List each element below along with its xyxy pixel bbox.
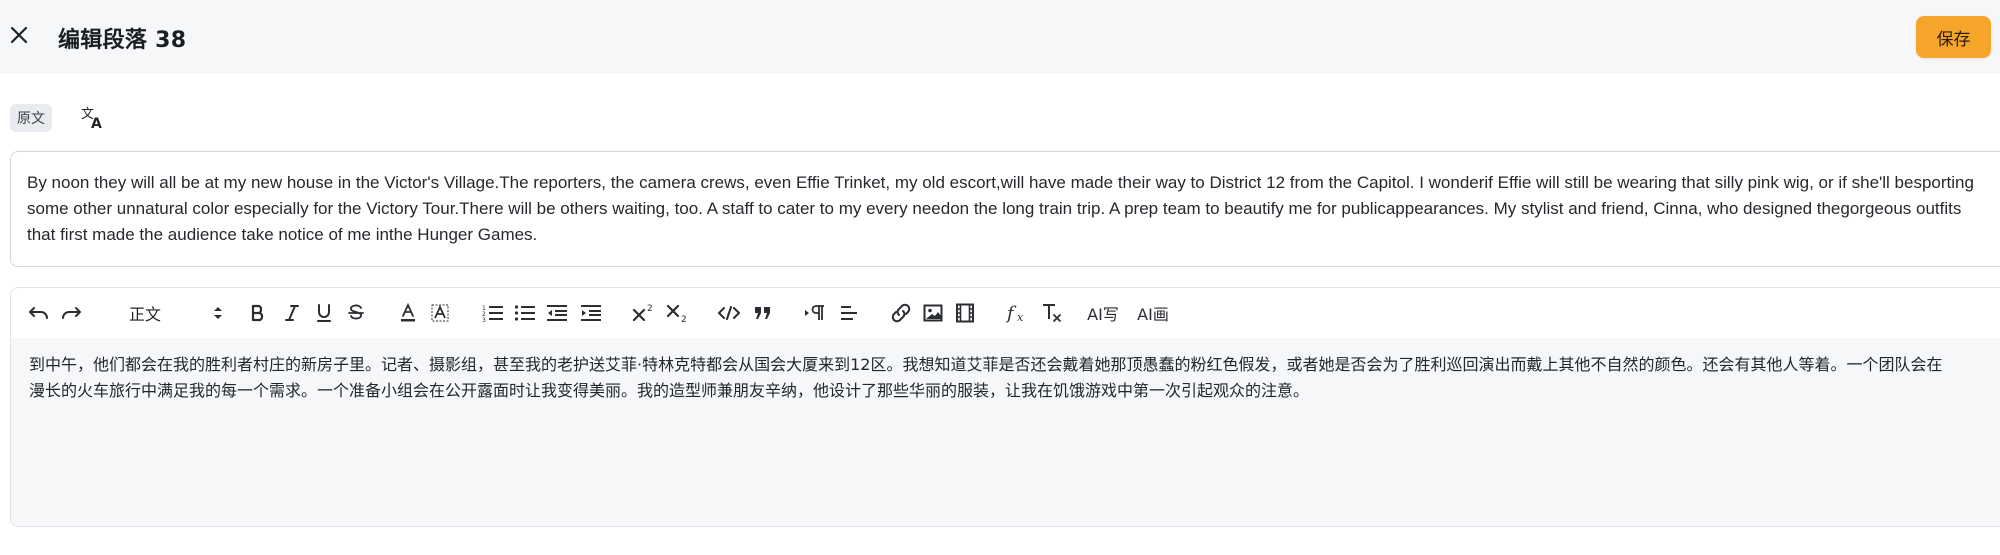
top-bar: 编辑段落 38 保存 (0, 0, 2000, 74)
tab-original[interactable]: 原文 (10, 104, 52, 132)
svg-text:x: x (1017, 311, 1024, 324)
page-title: 编辑段落 38 (58, 28, 187, 53)
close-icon[interactable] (8, 24, 30, 46)
subscript-icon[interactable]: 2 (665, 300, 691, 326)
bullet-list-icon[interactable] (513, 300, 537, 326)
ordered-list-icon[interactable]: 123 (481, 300, 505, 326)
background-color-icon[interactable] (429, 300, 451, 326)
text-direction-icon[interactable] (803, 300, 827, 326)
select-arrows-icon (213, 303, 223, 327)
svg-text:2: 2 (681, 315, 687, 323)
font-color-icon[interactable] (397, 300, 419, 326)
clear-format-icon[interactable] (1039, 300, 1065, 326)
italic-icon[interactable] (281, 300, 303, 326)
source-text: By noon they will all be at my new house… (10, 151, 2000, 267)
svg-text:3: 3 (482, 317, 486, 322)
outdent-icon[interactable] (545, 300, 569, 326)
quote-icon[interactable] (751, 300, 775, 326)
video-icon[interactable] (953, 300, 977, 326)
formula-icon[interactable]: fx (1005, 300, 1031, 326)
svg-text:2: 2 (647, 304, 653, 314)
underline-icon[interactable] (313, 300, 335, 326)
code-icon[interactable] (717, 300, 741, 326)
bold-icon[interactable] (247, 300, 269, 326)
link-icon[interactable] (889, 300, 913, 326)
rich-text-editor: 正文 123 2 2 f x AI写 AI画 到中午，他们都会在我的胜利者村庄的… (10, 287, 2000, 527)
save-button[interactable]: 保存 (1916, 16, 1991, 58)
ai-draw-button[interactable]: AI画 (1135, 300, 1171, 326)
image-icon[interactable] (921, 300, 945, 326)
indent-icon[interactable] (579, 300, 603, 326)
svg-text:A: A (91, 116, 102, 130)
svg-text:f: f (1006, 303, 1017, 324)
align-icon[interactable] (837, 300, 861, 326)
redo-icon[interactable] (59, 300, 83, 326)
paragraph-format-select[interactable]: 正文 (117, 300, 229, 326)
editor-toolbar: 正文 123 2 2 f x AI写 AI画 (11, 288, 2000, 339)
undo-icon[interactable] (27, 300, 51, 326)
strikethrough-icon[interactable] (345, 300, 367, 326)
superscript-icon[interactable]: 2 (631, 300, 657, 326)
tab-original-label: 原文 (17, 111, 45, 127)
editor-content[interactable]: 到中午，他们都会在我的胜利者村庄的新房子里。记者、摄影组，甚至我的老护送艾菲·特… (11, 338, 2000, 526)
paragraph-format-value: 正文 (129, 305, 162, 324)
ai-write-button[interactable]: AI写 (1085, 300, 1121, 326)
translate-icon[interactable]: 文 A (80, 104, 106, 132)
